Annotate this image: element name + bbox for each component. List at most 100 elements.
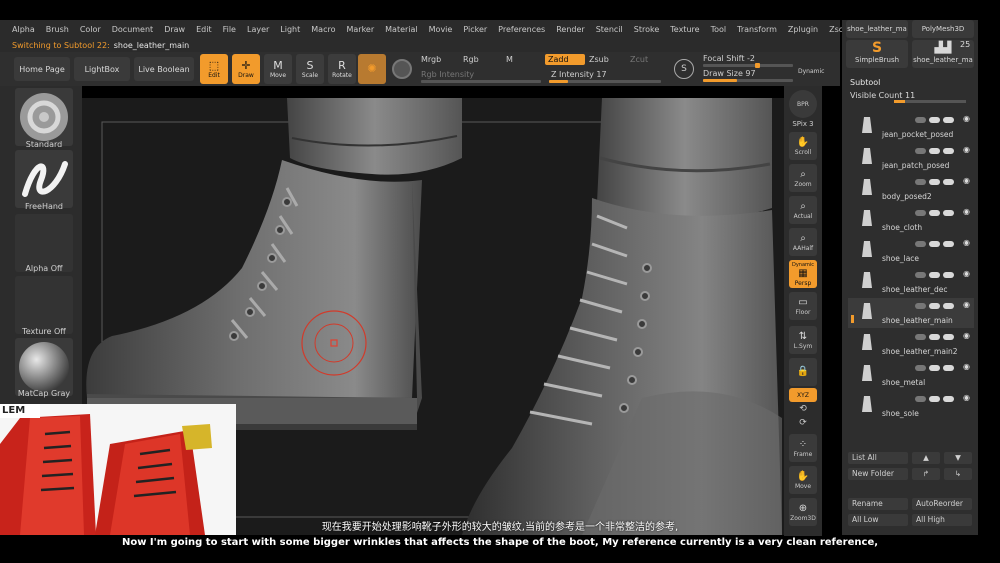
zcut-button[interactable]: Zcut [630,55,648,64]
focal-shift-track[interactable] [703,63,793,68]
eye-icon[interactable]: ◉ [963,114,970,123]
subtool-polypaint-toggle[interactable] [915,241,926,247]
menu-layer[interactable]: Layer [247,25,269,34]
subtool-solo-toggle[interactable] [943,365,954,371]
menu-render[interactable]: Render [556,25,584,34]
z-intensity-track[interactable] [549,80,661,83]
polymesh3d-thumb[interactable]: PolyMesh3D [912,20,974,38]
rename-button[interactable]: Rename [848,498,908,510]
zadd-button[interactable]: Zadd [545,54,585,65]
rgb-intensity-slider[interactable]: Rgb Intensity [421,70,474,79]
subtool-visibility-toggle[interactable] [929,179,940,185]
subtool-solo-toggle[interactable] [943,396,954,402]
lock-button[interactable]: 🔒 [789,358,817,386]
menu-marker[interactable]: Marker [346,25,374,34]
subtool-polypaint-toggle[interactable] [915,365,926,371]
scroll-button[interactable]: ✋ Scroll [789,132,817,160]
spix-setting[interactable]: SPix 3 [784,120,822,128]
subtool-polypaint-toggle[interactable] [915,396,926,402]
gizmo-button[interactable]: ✺ [358,54,386,84]
menu-tool[interactable]: Tool [711,25,727,34]
zsub-button[interactable]: Zsub [589,55,609,64]
menu-transform[interactable]: Transform [737,25,777,34]
menu-material[interactable]: Material [385,25,418,34]
arrow-up-right-button[interactable]: ↱ [912,468,940,480]
rgb-button[interactable]: Rgb [463,55,479,64]
move-button[interactable]: M Move [264,54,292,84]
material-sphere-icon[interactable] [392,59,412,79]
arrow-down-right-button[interactable]: ↳ [944,468,972,480]
xyz-button[interactable]: XYZ [789,388,817,402]
subtool-row[interactable]: ◉ shoe_metal [848,360,974,390]
eye-icon[interactable]: ◉ [963,269,970,278]
texture-button[interactable] [15,276,73,334]
eye-icon[interactable]: ◉ [963,176,970,185]
subtool-visibility-toggle[interactable] [929,148,940,154]
lazy-mouse-icon[interactable]: S [674,59,694,79]
list-all-button[interactable]: List All [848,452,908,464]
actual-button[interactable]: ⌕ Actual [789,196,817,224]
subtool-row[interactable]: ◉ shoe_leather_main2 [848,329,974,359]
draw-button[interactable]: ✛ Draw [232,54,260,84]
subtool-polypaint-toggle[interactable] [915,210,926,216]
subtool-solo-toggle[interactable] [943,179,954,185]
rotate-z-icon[interactable]: ⟳ [784,418,822,428]
visible-count[interactable]: Visible Count 11 [850,91,915,100]
menu-preferences[interactable]: Preferences [498,25,545,34]
subtool-polypaint-toggle[interactable] [915,179,926,185]
lightbox-button[interactable]: LightBox [74,57,130,81]
visible-count-track[interactable] [894,100,966,103]
subtool-visibility-toggle[interactable] [929,334,940,340]
eye-icon[interactable]: ◉ [963,207,970,216]
subtool-solo-toggle[interactable] [943,117,954,123]
persp-button[interactable]: Dynamic ▦ Persp [789,260,817,288]
menu-stroke[interactable]: Stroke [634,25,660,34]
current-tool-thumb[interactable]: shoe_leather_ma [846,20,908,38]
subtool-visibility-toggle[interactable] [929,117,940,123]
z-intensity-slider[interactable]: Z Intensity 17 [551,70,607,79]
subtool-polypaint-toggle[interactable] [915,148,926,154]
menu-texture[interactable]: Texture [670,25,699,34]
live-boolean-button[interactable]: Live Boolean [134,57,194,81]
menu-alpha[interactable]: Alpha [12,25,35,34]
subtool-visibility-toggle[interactable] [929,210,940,216]
subtool-visibility-toggle[interactable] [929,272,940,278]
subtool-visibility-toggle[interactable] [929,303,940,309]
freehand-stroke-button[interactable] [15,150,73,208]
subtool-visibility-toggle[interactable] [929,241,940,247]
matcap-button[interactable] [15,338,73,396]
standard-brush-button[interactable] [15,88,73,146]
bpr-button[interactable]: BPR [789,90,817,118]
menu-light[interactable]: Light [280,25,300,34]
subtool-visibility-toggle[interactable] [929,365,940,371]
dynamic-toggle[interactable]: Dynamic [798,68,824,75]
move-down-button[interactable]: ▼ [944,452,972,464]
subtool-solo-toggle[interactable] [943,272,954,278]
home-page-button[interactable]: Home Page [14,57,70,81]
rgb-intensity-track[interactable] [421,80,541,83]
subtool-polypaint-toggle[interactable] [915,334,926,340]
subtool-solo-toggle[interactable] [943,210,954,216]
subtool-row[interactable]: ◉ jean_patch_posed [848,143,974,173]
aahalf-button[interactable]: ⌕ AAHalf [789,228,817,256]
subtool-row[interactable]: ◉ jean_pocket_posed [848,112,974,142]
subtool-row[interactable]: ◉ shoe_cloth [848,205,974,235]
menu-draw[interactable]: Draw [164,25,185,34]
subtool-row[interactable]: ◉ shoe_lace [848,236,974,266]
menu-picker[interactable]: Picker [463,25,487,34]
rotate-y-icon[interactable]: ⟲ [784,404,822,414]
subtool-row[interactable]: ◉ shoe_leather_main [848,298,974,328]
local-symmetry-button[interactable]: ⇅ L.Sym [789,326,817,354]
menu-file[interactable]: File [223,25,236,34]
subtool-solo-toggle[interactable] [943,303,954,309]
subtool-row[interactable]: ◉ shoe_sole [848,391,974,421]
menu-document[interactable]: Document [112,25,153,34]
rotate-button[interactable]: R Rotate [328,54,356,84]
menu-macro[interactable]: Macro [311,25,335,34]
menu-zplugin[interactable]: Zplugin [788,25,818,34]
eye-icon[interactable]: ◉ [963,393,970,402]
frame-button[interactable]: ⁘ Frame [789,434,817,462]
menu-edit[interactable]: Edit [196,25,212,34]
subtool-visibility-toggle[interactable] [929,396,940,402]
subtool-polypaint-toggle[interactable] [915,117,926,123]
